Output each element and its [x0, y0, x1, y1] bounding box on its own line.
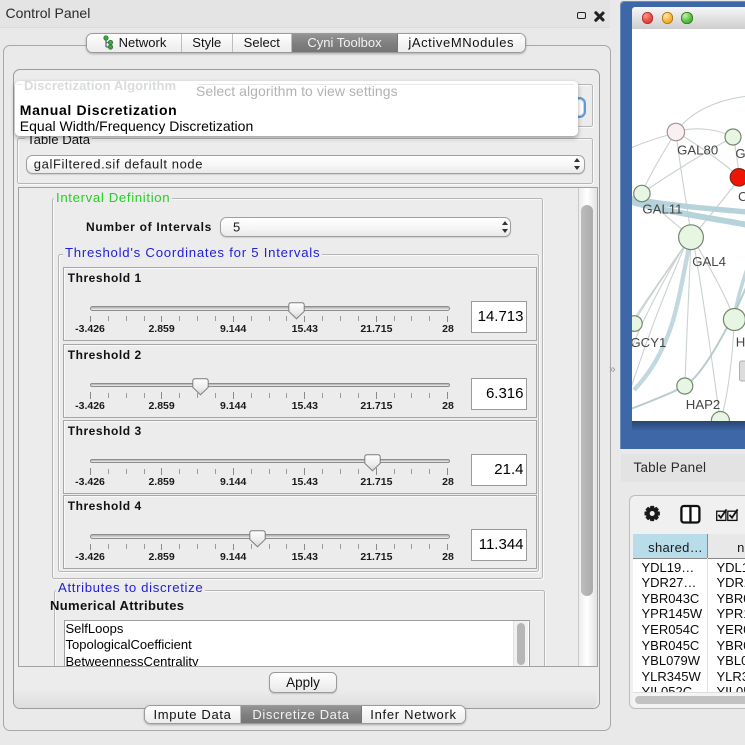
svg-text:C: C: [738, 189, 745, 204]
svg-text:GCY1: GCY1: [632, 335, 666, 350]
svg-text:GA: GA: [735, 146, 745, 161]
svg-text:HAP2: HAP2: [685, 397, 719, 412]
svg-text:GAL4: GAL4: [692, 254, 726, 269]
svg-text:GAL11: GAL11: [642, 201, 682, 216]
svg-text:GAL80: GAL80: [677, 143, 718, 158]
svg-text:H: H: [735, 334, 745, 349]
